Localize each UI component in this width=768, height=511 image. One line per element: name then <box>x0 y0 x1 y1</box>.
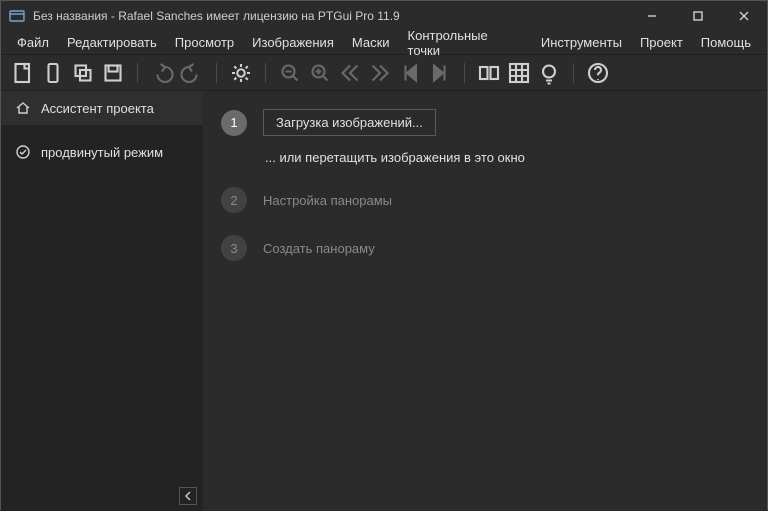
new-project-icon[interactable] <box>11 61 35 85</box>
sidebar-item-assistant[interactable]: Ассистент проекта <box>1 91 203 125</box>
drag-hint: ... или перетащить изображения в это окн… <box>265 150 749 165</box>
menu-help[interactable]: Помощь <box>693 32 759 53</box>
sidebar: Ассистент проекта продвинутый режим <box>1 91 203 511</box>
toolbar <box>1 55 767 91</box>
next-icon[interactable] <box>428 61 452 85</box>
step-2-label: Настройка панорамы <box>263 193 392 208</box>
gear-icon[interactable] <box>229 61 253 85</box>
menu-images[interactable]: Изображения <box>244 32 342 53</box>
sidebar-item-label: продвинутый режим <box>41 145 163 160</box>
step-2-badge: 2 <box>221 187 247 213</box>
lightbulb-icon[interactable] <box>537 61 561 85</box>
step-2-row: 2 Настройка панорамы <box>221 187 749 213</box>
zoom-out-icon[interactable] <box>278 61 302 85</box>
content: 1 Загрузка изображений... ... или перета… <box>203 91 767 511</box>
step-3-row: 3 Создать панораму <box>221 235 749 261</box>
toolbar-separator <box>265 63 266 83</box>
undo-icon[interactable] <box>150 61 174 85</box>
load-images-button[interactable]: Загрузка изображений... <box>263 109 436 136</box>
window-controls <box>629 1 767 31</box>
maximize-button[interactable] <box>675 1 721 31</box>
window-title: Без названия - Rafael Sanches имеет лице… <box>33 9 629 23</box>
main: Ассистент проекта продвинутый режим 1 За… <box>1 91 767 511</box>
toolbar-separator <box>464 63 465 83</box>
menu-edit[interactable]: Редактировать <box>59 32 165 53</box>
save-icon[interactable] <box>101 61 125 85</box>
step-3-badge: 3 <box>221 235 247 261</box>
prev-icon[interactable] <box>398 61 422 85</box>
phone-icon[interactable] <box>41 61 65 85</box>
copy-icon[interactable] <box>71 61 95 85</box>
sidebar-item-advanced[interactable]: продвинутый режим <box>1 135 203 169</box>
menu-masks[interactable]: Маски <box>344 32 398 53</box>
skip-forward-icon[interactable] <box>368 61 392 85</box>
toolbar-separator <box>137 63 138 83</box>
step-3-label: Создать панораму <box>263 241 375 256</box>
sidebar-collapse-button[interactable] <box>179 487 197 505</box>
close-button[interactable] <box>721 1 767 31</box>
panorama-icon[interactable] <box>477 61 501 85</box>
sidebar-item-label: Ассистент проекта <box>41 101 154 116</box>
zoom-in-icon[interactable] <box>308 61 332 85</box>
titlebar: Без названия - Rafael Sanches имеет лице… <box>1 1 767 31</box>
toolbar-separator <box>573 63 574 83</box>
menu-tools[interactable]: Инструменты <box>533 32 630 53</box>
toolbar-separator <box>216 63 217 83</box>
app-icon <box>9 8 25 24</box>
menu-view[interactable]: Просмотр <box>167 32 242 53</box>
step-1-row: 1 Загрузка изображений... <box>221 109 749 136</box>
check-circle-icon <box>15 144 31 160</box>
step-1-badge: 1 <box>221 110 247 136</box>
menu-project[interactable]: Проект <box>632 32 691 53</box>
home-icon <box>15 100 31 116</box>
menubar: Файл Редактировать Просмотр Изображения … <box>1 31 767 55</box>
menu-controlpoints[interactable]: Контрольные точки <box>400 25 531 61</box>
minimize-button[interactable] <box>629 1 675 31</box>
redo-icon[interactable] <box>180 61 204 85</box>
grid-icon[interactable] <box>507 61 531 85</box>
skip-back-icon[interactable] <box>338 61 362 85</box>
help-icon[interactable] <box>586 61 610 85</box>
menu-file[interactable]: Файл <box>9 32 57 53</box>
